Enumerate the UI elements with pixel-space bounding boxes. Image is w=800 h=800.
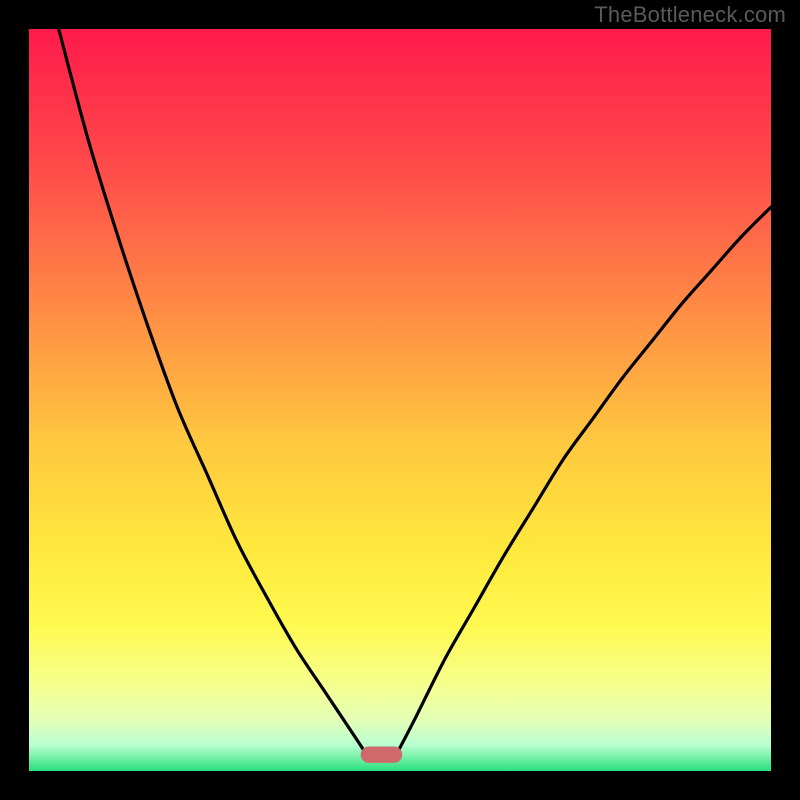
watermark-text: TheBottleneck.com bbox=[594, 2, 786, 28]
chart-svg bbox=[29, 29, 771, 771]
outer-frame: TheBottleneck.com bbox=[0, 0, 800, 800]
highlight-pill bbox=[361, 747, 403, 763]
chart-plot-area bbox=[29, 29, 771, 771]
gradient-background bbox=[29, 29, 771, 771]
